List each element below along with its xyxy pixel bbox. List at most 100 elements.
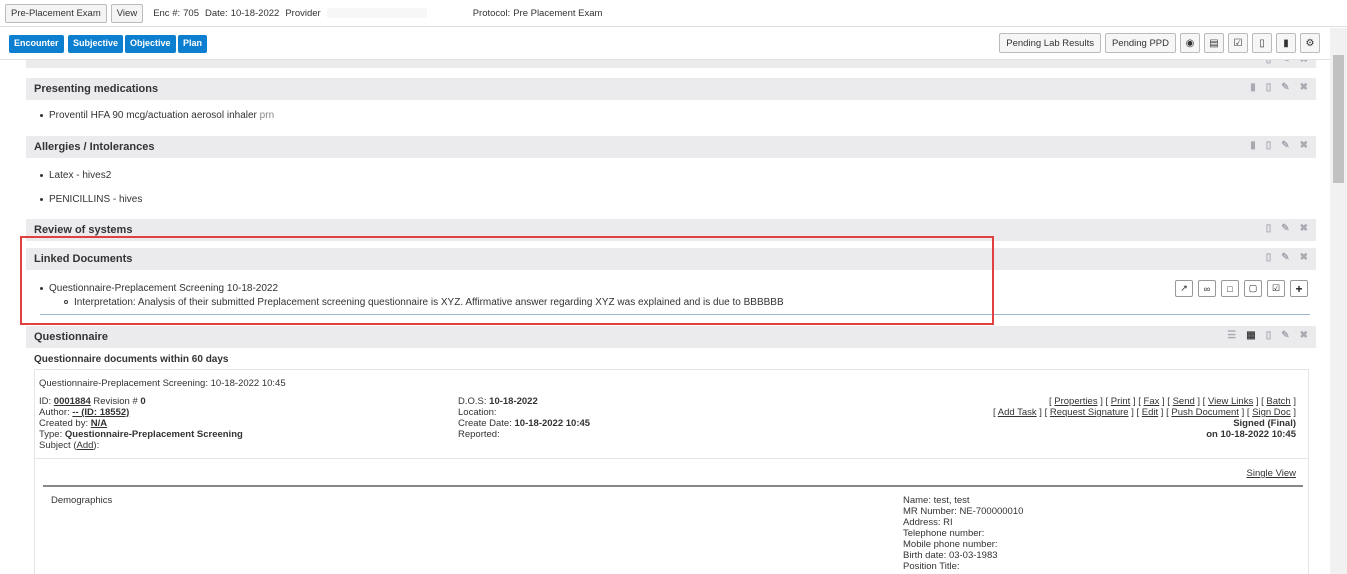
section-header-hpi: ▯ ✎ ✖: [26, 60, 1316, 68]
pending-ppd-button[interactable]: Pending PPD: [1104, 33, 1176, 53]
book-icon[interactable]: ▯: [1266, 140, 1272, 151]
single-view-link[interactable]: Single View: [1247, 468, 1296, 479]
bookmark-icon[interactable]: ▮: [1250, 140, 1256, 151]
section-header-presenting-medications: Presenting medications ▮ ▯ ✎ ✖: [26, 78, 1316, 100]
medication-suffix: prn: [259, 110, 275, 121]
request-signature-link[interactable]: Request Signature: [1050, 407, 1129, 418]
plus-icon[interactable]: +: [1290, 280, 1308, 297]
note-icon[interactable]: ▢: [1244, 280, 1262, 297]
properties-link[interactable]: Properties: [1054, 396, 1097, 407]
section-title: Questionnaire: [34, 331, 108, 343]
doc-subject-line: Subject (Add):: [39, 440, 99, 451]
fax-link[interactable]: Fax: [1144, 396, 1160, 407]
push-document-link[interactable]: Push Document: [1171, 407, 1239, 418]
archive-icon[interactable]: ▤: [1204, 33, 1224, 53]
sign-doc-link[interactable]: Sign Doc: [1252, 407, 1291, 418]
divider: [40, 314, 1310, 315]
type-value: Questionnaire-Preplacement Screening: [64, 429, 243, 440]
revision-label: Revision #: [93, 396, 138, 407]
type-label: Type:: [39, 429, 63, 440]
close-icon[interactable]: ✖: [1300, 330, 1308, 341]
doc-id-line: ID: 0001884 Revision # 0: [39, 396, 146, 407]
section-actions: ▮ ▯ ✎ ✖: [1250, 140, 1308, 151]
book-icon[interactable]: ▯: [1266, 330, 1272, 341]
location-label: Location:: [458, 407, 497, 418]
tab-encounter[interactable]: Encounter: [9, 35, 64, 53]
pencil-icon[interactable]: ✎: [1281, 60, 1289, 65]
tab-subjective[interactable]: Subjective: [68, 35, 124, 53]
allergy-text: PENICILLINS - hives: [49, 194, 143, 205]
subject-end: ):: [93, 440, 100, 451]
created-by-link[interactable]: N/A: [91, 418, 107, 429]
demo-mobile: Mobile phone number:: [903, 539, 998, 550]
id-label: ID:: [39, 396, 52, 407]
pencil-icon[interactable]: ✎: [1281, 252, 1289, 263]
sub-bullet: [64, 300, 68, 305]
id-link[interactable]: 0001884: [54, 396, 91, 407]
reported-label: Reported:: [458, 429, 500, 440]
clipboard-icon[interactable]: □: [1221, 280, 1239, 297]
author-link[interactable]: -- (ID: 18552): [72, 407, 129, 418]
linked-document-title[interactable]: Questionnaire-Preplacement Screening 10-…: [49, 283, 278, 294]
protocol-label: Protocol:: [472, 7, 511, 19]
list-item: Proventil HFA 90 mcg/actuation aerosol i…: [40, 110, 274, 121]
pencil-icon[interactable]: ✎: [1281, 330, 1289, 341]
tab-plan[interactable]: Plan: [178, 35, 208, 53]
add-task-link[interactable]: Add Task: [998, 407, 1037, 418]
doc-links-row-1: [ Properties ] [ Print ] [ Fax ] [ Send …: [1048, 396, 1296, 407]
book-icon[interactable]: ▯: [1266, 252, 1272, 263]
gears-icon[interactable]: ⚙: [1300, 33, 1320, 53]
batch-link[interactable]: Batch: [1266, 396, 1290, 407]
close-icon[interactable]: ✖: [1300, 60, 1308, 65]
encounter-info-bar: Pre-Placement Exam View Enc #: 705 Date:…: [0, 0, 1347, 27]
doc-type-line: Type: Questionnaire-Preplacement Screeni…: [39, 429, 243, 440]
calendar-check-icon[interactable]: ☑: [1267, 280, 1285, 297]
linked-document-interpretation: Interpretation: Analysis of their submit…: [64, 297, 784, 308]
unlink-icon[interactable]: ∞: [1198, 280, 1216, 297]
revision-value: 0: [140, 396, 146, 407]
tab-objective[interactable]: Objective: [125, 35, 176, 53]
section-actions: ▯ ✎ ✖: [1266, 223, 1308, 234]
create-date-label: Create Date:: [458, 418, 512, 429]
edit-link[interactable]: Edit: [1142, 407, 1158, 418]
view-button[interactable]: View: [110, 3, 144, 23]
close-icon[interactable]: ✖: [1300, 82, 1308, 93]
created-by-label: Created by:: [39, 418, 89, 429]
external-link-icon[interactable]: ↗: [1175, 280, 1193, 297]
book-icon[interactable]: ▯: [1252, 33, 1272, 53]
encounter-nav-bar: Encounter Subjective Objective Plan Pend…: [0, 28, 1330, 60]
scrollbar-thumb[interactable]: [1333, 55, 1344, 183]
subject-add-link[interactable]: Add: [77, 440, 94, 451]
questionnaire-document-card: Questionnaire-Preplacement Screening: 10…: [34, 369, 1309, 574]
grid-icon[interactable]: ▦: [1246, 330, 1255, 341]
list-icon[interactable]: ☰: [1227, 330, 1236, 341]
pencil-icon[interactable]: ✎: [1281, 140, 1289, 151]
demo-name: Name: test, test: [903, 495, 970, 506]
close-icon[interactable]: ✖: [1300, 140, 1308, 151]
pending-lab-results-button[interactable]: Pending Lab Results: [999, 33, 1101, 53]
exam-type-button[interactable]: Pre-Placement Exam: [5, 3, 107, 23]
doc-author-line: Author: -- (ID: 18552): [39, 407, 129, 418]
pencil-icon[interactable]: ✎: [1281, 223, 1289, 234]
enc-label: Enc #:: [153, 7, 181, 19]
bullet-dot: [40, 113, 43, 117]
doc-links-row-2: [ Add Task ] [ Request Signature ] [ Edi…: [993, 407, 1296, 418]
section-actions: ☰ ▦ ▯ ✎ ✖: [1227, 330, 1308, 341]
book-icon[interactable]: ▯: [1266, 60, 1272, 65]
book-icon[interactable]: ▯: [1266, 223, 1272, 234]
provider-value-redacted: [326, 8, 427, 18]
bookmark-icon[interactable]: ▮: [1250, 82, 1256, 93]
bookmark-icon[interactable]: ▮: [1276, 33, 1296, 53]
eye-icon[interactable]: ◉: [1180, 33, 1200, 53]
pencil-icon[interactable]: ✎: [1281, 82, 1289, 93]
close-icon[interactable]: ✖: [1300, 223, 1308, 234]
send-link[interactable]: Send: [1173, 396, 1195, 407]
medication-name: Proventil HFA 90 mcg/actuation aerosol i…: [49, 110, 257, 121]
calendar-check-icon[interactable]: ☑: [1228, 33, 1248, 53]
dos-line: D.O.S: 10-18-2022: [458, 396, 538, 407]
print-link[interactable]: Print: [1111, 396, 1131, 407]
close-icon[interactable]: ✖: [1300, 252, 1308, 263]
book-icon[interactable]: ▯: [1266, 82, 1272, 93]
view-links-link[interactable]: View Links: [1208, 396, 1253, 407]
doc-created-line: Created by: N/A: [39, 418, 107, 429]
